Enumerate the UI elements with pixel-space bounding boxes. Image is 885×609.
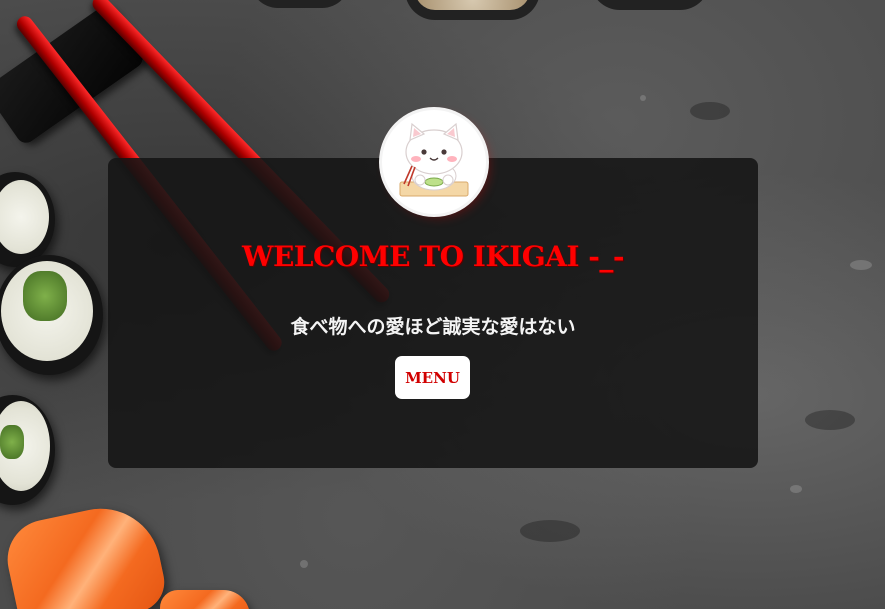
sushi-roll-image (0, 172, 55, 267)
sushi-roll-image (0, 255, 103, 375)
sushi-roll-image (0, 395, 55, 505)
page-title: WELCOME TO IKIGAI -_- (242, 240, 624, 273)
cat-avatar-illustration (399, 122, 469, 197)
texture-speck (790, 485, 802, 493)
texture-speck (690, 102, 730, 120)
texture-speck (300, 560, 308, 568)
texture-speck (640, 95, 646, 101)
sushi-image (590, 0, 710, 10)
page-subtitle: 食べ物への愛ほど誠実な愛はない (290, 316, 576, 338)
sushi-image (250, 0, 350, 8)
page-background: WELCOME TO IKIGAI -_- 食べ物への愛ほど誠実な愛はない ME… (0, 0, 885, 609)
texture-speck (805, 410, 855, 430)
cat-eating-icon (382, 110, 486, 214)
texture-speck (520, 520, 580, 542)
texture-speck (850, 260, 872, 270)
salmon-sushi-image (0, 497, 170, 609)
menu-button[interactable]: MENU (395, 356, 470, 399)
salmon-sushi-image (160, 590, 250, 609)
sushi-image (405, 0, 540, 20)
